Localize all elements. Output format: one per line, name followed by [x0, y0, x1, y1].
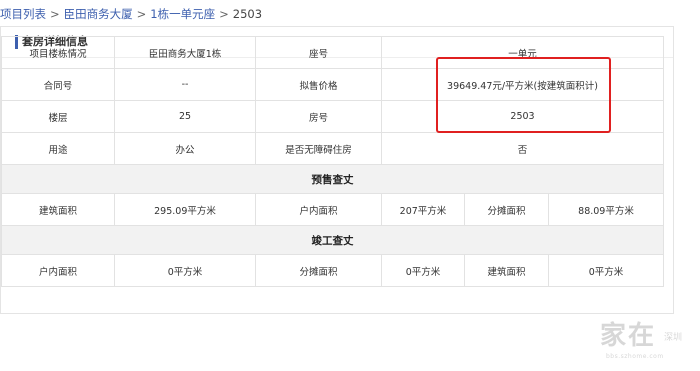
- value-unit-block: 一单元: [380, 36, 665, 69]
- value-accessible-housing: 否: [380, 132, 665, 165]
- table-row: 用途 办公 是否无障碍住房 否: [1, 132, 665, 165]
- presale-label-gross-area: 建筑面积: [1, 193, 115, 226]
- completion-value-interior-area: 0平方米: [114, 254, 256, 287]
- breadcrumb-building[interactable]: 1栋一单元座: [150, 7, 215, 21]
- presale-label-shared-area: 分摊面积: [464, 193, 549, 226]
- completion-section-title: 竣工查丈: [0, 225, 665, 255]
- unit-detail-table: 项目楼栋情况 臣田商务大厦1栋 座号 一单元 合同号 -- 拟售价格 39649…: [0, 36, 665, 287]
- value-usage: 办公: [114, 132, 256, 165]
- presale-value-interior-area: 207平方米: [381, 193, 465, 226]
- label-contract-no: 合同号: [1, 68, 115, 101]
- presale-label-interior-area: 户内面积: [255, 193, 382, 226]
- value-contract-no: --: [114, 68, 256, 101]
- completion-label-gross-area: 建筑面积: [464, 254, 549, 287]
- presale-value-shared-area: 88.09平方米: [547, 193, 665, 226]
- breadcrumb-separator: >: [219, 7, 229, 21]
- watermark-logo-text: 家在: [600, 321, 657, 351]
- breadcrumb-separator: >: [50, 7, 60, 21]
- label-project-building: 项目楼栋情况: [1, 36, 115, 69]
- section-header-completion: 竣工查丈: [0, 225, 665, 255]
- breadcrumb-project[interactable]: 臣田商务大厦: [64, 7, 133, 21]
- breadcrumb-separator: >: [136, 7, 147, 21]
- completion-label-interior-area: 户内面积: [1, 254, 115, 287]
- breadcrumb: 项目列表 > 臣田商务大厦 >1栋一单元座 >2503: [0, 5, 262, 23]
- table-row: 项目楼栋情况 臣田商务大厦1栋 座号 一单元: [1, 36, 665, 69]
- site-watermark: 家在 深圳 bbs.szhome.com: [596, 320, 692, 366]
- table-row: 楼层 25 房号 2503: [1, 100, 665, 133]
- label-unit-block: 座号: [255, 36, 382, 69]
- table-row: 户内面积 0平方米 分摊面积 0平方米 建筑面积 0平方米: [1, 254, 665, 287]
- completion-label-shared-area: 分摊面积: [255, 254, 382, 287]
- presale-section-title: 预售查丈: [0, 164, 665, 194]
- label-accessible-housing: 是否无障碍住房: [255, 132, 382, 165]
- value-floor: 25: [114, 100, 256, 133]
- label-floor: 楼层: [1, 100, 115, 133]
- watermark-url: bbs.szhome.com: [606, 353, 664, 360]
- breadcrumb-project-list[interactable]: 项目列表: [0, 7, 46, 21]
- table-row: 合同号 -- 拟售价格 39649.47元/平方米(按建筑面积计): [1, 68, 665, 101]
- label-proposed-price: 拟售价格: [255, 68, 382, 101]
- watermark-city: 深圳: [664, 333, 683, 343]
- value-project-building: 臣田商务大厦1栋: [114, 36, 256, 69]
- value-room-no: 2503: [380, 100, 665, 133]
- table-row: 建筑面积 295.09平方米 户内面积 207平方米 分摊面积 88.09平方米: [1, 193, 665, 226]
- breadcrumb-current: 2503: [232, 7, 263, 21]
- completion-value-gross-area: 0平方米: [547, 254, 665, 287]
- value-proposed-price: 39649.47元/平方米(按建筑面积计): [380, 68, 665, 101]
- presale-value-gross-area: 295.09平方米: [114, 193, 256, 226]
- completion-value-shared-area: 0平方米: [381, 254, 465, 287]
- label-room-no: 房号: [255, 100, 382, 133]
- section-header-presale: 预售查丈: [0, 164, 665, 194]
- label-usage: 用途: [1, 132, 115, 165]
